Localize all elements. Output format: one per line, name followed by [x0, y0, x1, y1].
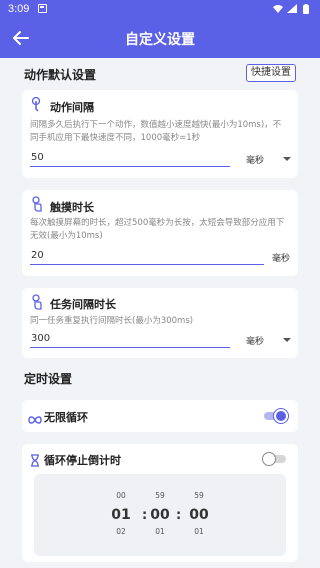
- card-task-interval: 任务间隔时长 同一任务重复执行间隔时长(最小为300ms) 300 毫秒: [22, 288, 298, 358]
- wifi-signal-battery-icon: [273, 4, 309, 14]
- chevron-down-icon[interactable]: [283, 157, 291, 161]
- section-title-default: 动作默认设置: [24, 68, 97, 82]
- loop-countdown-label: 循环停止倒计时: [44, 454, 121, 467]
- card-description: 同一任务重复执行间隔时长(最小为300ms): [30, 316, 194, 326]
- touch-icon: [30, 196, 44, 212]
- chevron-down-icon[interactable]: [283, 338, 291, 342]
- card-title: 动作间隔: [50, 101, 94, 114]
- seconds-next: 01: [194, 527, 204, 536]
- card-title: 触摸时长: [50, 201, 94, 214]
- countdown-time-picker[interactable]: 00 01 02 : 59 00 01 : 59 00 01: [34, 474, 286, 556]
- infinity-icon: [28, 410, 42, 429]
- unit-label: 毫秒: [246, 337, 265, 347]
- app-bar: 自定义设置: [0, 18, 320, 58]
- hours-next: 02: [116, 527, 126, 536]
- section-title-timer: 定时设置: [24, 372, 73, 386]
- unit-label: 毫秒: [246, 156, 265, 166]
- status-icons: [272, 3, 314, 18]
- notification-icon: [38, 4, 47, 13]
- card-action-interval: 动作间隔 间隔多久后执行下一个动作，数值越小速度越快(最小为10ms)，不同手机…: [22, 90, 298, 178]
- minutes-prev: 59: [155, 491, 165, 500]
- card-description: 间隔多久后执行下一个动作，数值越小速度越快(最小为10ms)，不同手机应用下最快…: [30, 120, 282, 143]
- hourglass-icon: [30, 452, 40, 471]
- minutes-wheel[interactable]: 59 00 01: [148, 491, 172, 536]
- hours-current: 01: [111, 507, 131, 523]
- touch-duration-input[interactable]: 20: [30, 249, 264, 265]
- infinite-loop-label: 无限循环: [44, 411, 88, 424]
- loop-countdown-toggle[interactable]: [262, 452, 286, 466]
- minutes-next: 01: [155, 527, 165, 536]
- touch-icon: [30, 294, 44, 310]
- status-bar: 3:09: [0, 0, 320, 18]
- hours-prev: 00: [116, 491, 126, 500]
- task-interval-input[interactable]: 300: [30, 332, 230, 348]
- page-title: 自定义设置: [125, 32, 195, 48]
- time-separator: :: [176, 508, 182, 523]
- action-interval-input[interactable]: 50: [30, 151, 230, 167]
- infinite-loop-toggle[interactable]: [264, 409, 288, 423]
- hours-wheel[interactable]: 00 01 02: [109, 491, 133, 536]
- time-separator: :: [142, 508, 148, 523]
- minutes-current: 00: [150, 507, 170, 523]
- card-touch-duration: 触摸时长 每次触摸屏幕的时长，超过500毫秒为长按，太短会导致部分应用下无效(最…: [22, 190, 298, 276]
- card-description: 每次触摸屏幕的时长，超过500毫秒为长按，太短会导致部分应用下无效(最小为10m…: [30, 218, 285, 241]
- unit-label: 毫秒: [272, 254, 291, 264]
- tap-gesture-icon: [30, 96, 44, 112]
- seconds-prev: 59: [194, 491, 204, 500]
- seconds-wheel[interactable]: 59 00 01: [187, 491, 211, 536]
- quick-settings-button[interactable]: 快捷设置: [246, 64, 296, 82]
- status-time: 3:09: [8, 3, 30, 15]
- seconds-current: 00: [189, 507, 209, 523]
- card-title: 任务间隔时长: [50, 298, 116, 311]
